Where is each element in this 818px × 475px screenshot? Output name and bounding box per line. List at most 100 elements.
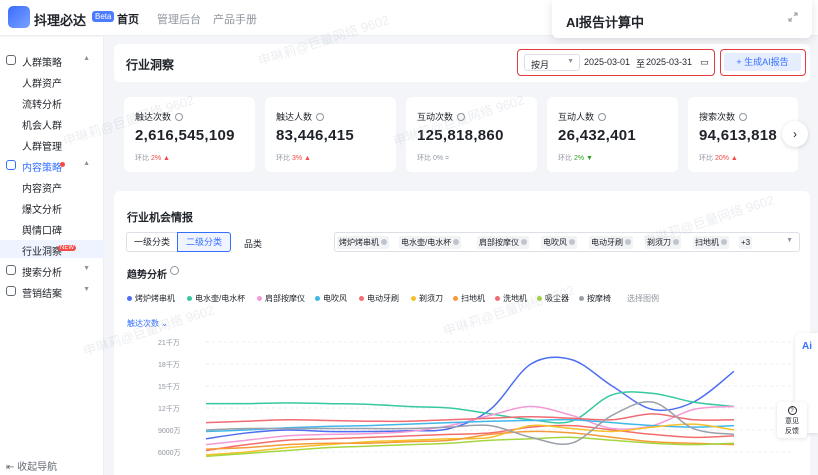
collapse-nav-button[interactable]: ⇤ 收起导航 bbox=[6, 458, 57, 473]
legend-item[interactable]: 烤炉烤串机 bbox=[127, 293, 175, 304]
legend-label: 剃须刀 bbox=[419, 294, 443, 303]
legend-item[interactable]: 扫地机 bbox=[453, 293, 485, 304]
category-tag[interactable]: 扫地机 bbox=[693, 236, 729, 249]
legend-dot bbox=[537, 296, 542, 301]
close-icon[interactable] bbox=[453, 239, 460, 245]
close-icon[interactable] bbox=[673, 239, 679, 245]
feedback-button[interactable]: ? 意见 反馈 bbox=[777, 402, 807, 438]
new-badge: NEW bbox=[58, 245, 76, 251]
generate-ai-report-button[interactable]: + 生成AI报告 bbox=[724, 53, 801, 71]
ratio-value: 3% bbox=[291, 155, 303, 162]
category-tag[interactable]: 肩部按摩仪 bbox=[477, 236, 529, 249]
category-label: 品类 bbox=[244, 239, 263, 249]
legend-dot bbox=[579, 296, 584, 301]
sidebar: 人群策略 ▲ 人群资产 流转分析 机会人群 人群管理 内容策略 ▲ 内容资产 爆… bbox=[0, 37, 104, 475]
tag-label: 剃须刀 bbox=[647, 238, 671, 247]
metric-card: 互动人数 26,432,401 环比 2% ▼ bbox=[547, 97, 678, 172]
feedback-icon: ? bbox=[787, 406, 797, 415]
ratio-label: 环比 bbox=[417, 155, 431, 162]
generate-report-wrapper: + 生成AI报告 bbox=[720, 49, 806, 76]
ratio-label: 环比 bbox=[699, 155, 713, 162]
legend-select-button[interactable]: 选择图例 bbox=[627, 293, 659, 304]
metric-title: 触达人数 bbox=[276, 112, 313, 122]
close-icon[interactable] bbox=[721, 239, 727, 245]
crowd-icon bbox=[6, 55, 16, 65]
y-tick-label: 18千万 bbox=[158, 360, 180, 369]
legend-dot bbox=[187, 296, 192, 301]
category-tag[interactable]: 剃须刀 bbox=[645, 236, 681, 249]
chevron-up-icon: ▲ bbox=[83, 160, 90, 167]
sidebar-item-hot-article[interactable]: 爆文分析 bbox=[0, 198, 104, 216]
category-tag[interactable]: 烤炉烤串机 bbox=[337, 236, 389, 249]
legend-dot bbox=[453, 296, 458, 301]
nav-admin[interactable]: 管理后台 bbox=[157, 11, 201, 27]
legend-dot bbox=[127, 296, 132, 301]
legend-label: 洗地机 bbox=[503, 294, 527, 303]
close-icon[interactable] bbox=[521, 239, 527, 245]
sidebar-item-crowd-strategy[interactable]: 人群策略 ▲ bbox=[0, 51, 104, 69]
ratio-value: 20% bbox=[714, 155, 729, 162]
legend-item[interactable]: 电水壶/电水杯 bbox=[187, 293, 245, 304]
feedback-label: 意见 反馈 bbox=[785, 418, 799, 435]
tag-label: 烤炉烤串机 bbox=[339, 238, 379, 247]
tag-label: 电吹风 bbox=[543, 238, 567, 247]
sidebar-item-flow-analysis[interactable]: 流转分析 bbox=[0, 93, 104, 111]
calendar-icon: ▭ bbox=[700, 57, 709, 67]
info-icon[interactable] bbox=[598, 113, 607, 121]
close-icon[interactable] bbox=[569, 239, 575, 245]
app-badge: Beta bbox=[92, 11, 115, 22]
info-icon[interactable] bbox=[175, 113, 184, 121]
app-logo-icon bbox=[8, 6, 30, 28]
sidebar-item-opportunity-crowd[interactable]: 机会人群 bbox=[0, 114, 104, 132]
ratio-value: 2% bbox=[150, 155, 162, 162]
category-tag[interactable]: 电动牙刷 bbox=[589, 236, 633, 249]
expand-icon[interactable] bbox=[788, 12, 798, 22]
category-tag[interactable]: 电水壶/电水杯 bbox=[399, 236, 462, 249]
close-icon[interactable] bbox=[625, 239, 631, 245]
help-icon[interactable] bbox=[170, 266, 179, 275]
metric-card: 触达次数 2,616,545,109 环比 2% ▲ bbox=[124, 97, 255, 172]
legend-item[interactable]: 吸尘器 bbox=[537, 293, 569, 304]
legend-item[interactable]: 电动牙刷 bbox=[359, 293, 399, 304]
metric-title: 搜索次数 bbox=[699, 112, 736, 122]
ai-logo-icon: Ai bbox=[802, 341, 812, 352]
date-range-picker[interactable]: 2025-03-01 至 2025-03-31 ▭ bbox=[584, 54, 710, 71]
info-icon[interactable] bbox=[739, 113, 748, 121]
y-tick-label: 15千万 bbox=[158, 382, 180, 391]
y-tick-label: 6000万 bbox=[158, 449, 181, 457]
sidebar-item-industry-insight[interactable]: 行业洞察 NEW bbox=[0, 240, 104, 258]
sidebar-item-search-analysis[interactable]: 搜索分析 ▼ bbox=[0, 261, 104, 279]
more-tags[interactable]: +3 bbox=[739, 236, 753, 249]
nav-manual[interactable]: 产品手册 bbox=[213, 11, 257, 27]
sidebar-item-crowd-assets[interactable]: 人群资产 bbox=[0, 72, 104, 90]
legend-dot bbox=[359, 296, 364, 301]
sidebar-item-content-strategy[interactable]: 内容策略 ▲ bbox=[0, 156, 104, 174]
trend-flat-icon: = bbox=[445, 155, 450, 162]
legend-item[interactable]: 肩部按摩仪 bbox=[257, 293, 305, 304]
category-tag[interactable]: 电吹风 bbox=[541, 236, 577, 249]
sidebar-item-marketing-report[interactable]: 营销结案 ▼ bbox=[0, 282, 104, 300]
sidebar-item-crowd-manage[interactable]: 人群管理 bbox=[0, 135, 104, 153]
legend-item[interactable]: 按摩椅 bbox=[579, 293, 611, 304]
tab-level-1[interactable]: 一级分类 bbox=[126, 232, 178, 252]
metric-value: 26,432,401 bbox=[558, 127, 637, 144]
legend-label: 按摩椅 bbox=[587, 294, 611, 303]
metric-select[interactable]: 触达次数 ⌄ bbox=[127, 318, 168, 329]
date-end: 2025-03-31 bbox=[646, 57, 693, 67]
legend-dot bbox=[257, 296, 262, 301]
legend-item[interactable]: 洗地机 bbox=[495, 293, 527, 304]
sidebar-item-content-assets[interactable]: 内容资产 bbox=[0, 177, 104, 195]
nav-home[interactable]: 首页 bbox=[117, 11, 139, 27]
period-select[interactable]: 按月 ▼ bbox=[524, 54, 580, 71]
chevron-down-icon: ⌄ bbox=[161, 319, 168, 328]
info-icon[interactable] bbox=[457, 113, 466, 121]
metric-title: 触达次数 bbox=[135, 112, 172, 122]
category-multiselect[interactable]: 烤炉烤串机 电水壶/电水杯 肩部按摩仪 电吹风 电动牙刷 剃须刀 扫地机 +3 … bbox=[334, 232, 800, 252]
next-metrics-button[interactable]: › bbox=[782, 121, 808, 147]
info-icon[interactable] bbox=[316, 113, 325, 121]
sidebar-item-reputation[interactable]: 舆情口碑 bbox=[0, 219, 104, 237]
legend-item[interactable]: 剃须刀 bbox=[411, 293, 443, 304]
close-icon[interactable] bbox=[381, 239, 387, 245]
legend-item[interactable]: 电吹风 bbox=[315, 293, 347, 304]
tab-level-2[interactable]: 二级分类 bbox=[177, 232, 231, 252]
